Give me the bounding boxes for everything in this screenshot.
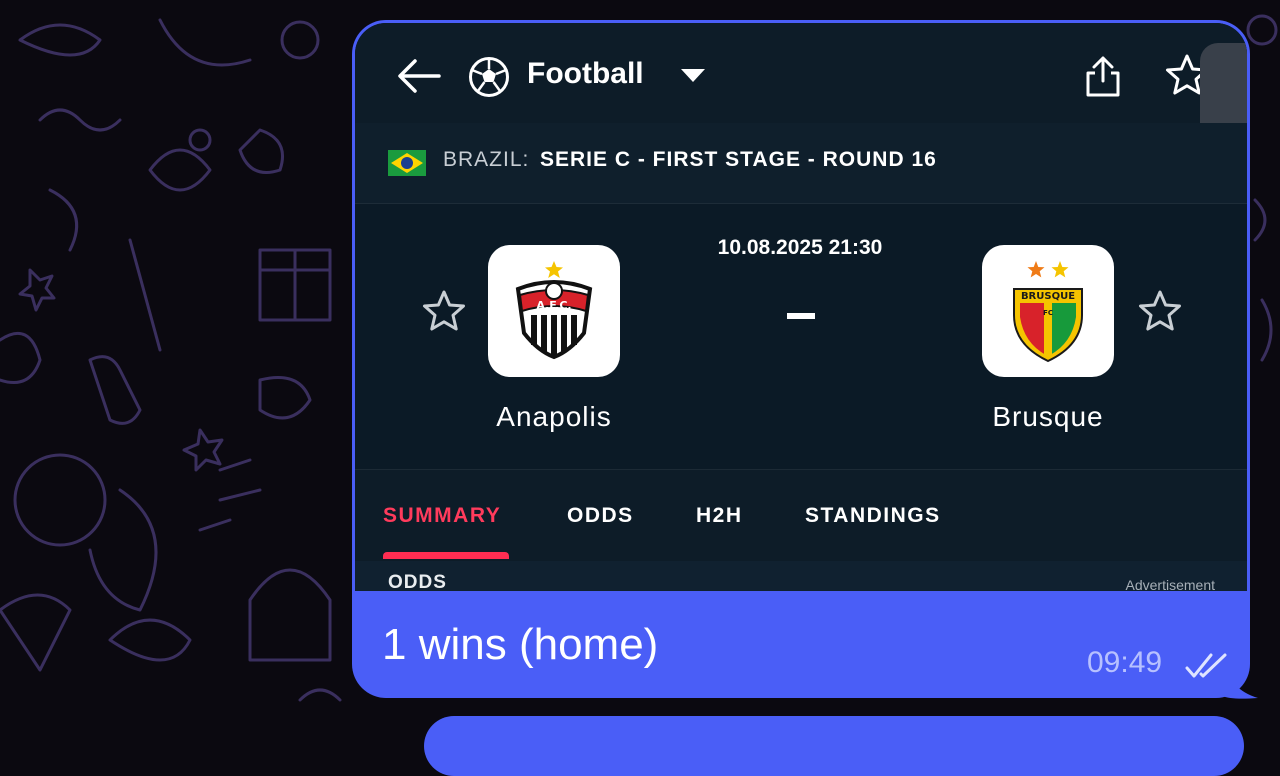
tab-h2h[interactable]: H2H — [696, 504, 743, 528]
away-badge-sub: FC — [1043, 309, 1053, 317]
next-message-bubble[interactable] — [424, 716, 1244, 776]
active-tab-indicator — [383, 552, 509, 559]
away-team-logo[interactable]: BRUSQUE FC — [982, 245, 1114, 377]
section-title: ODDS — [388, 572, 447, 591]
app-top-bar: Football — [355, 23, 1247, 123]
match-datetime: 10.08.2025 21:30 — [717, 236, 883, 259]
anapolis-crest-icon: A.F.C. — [515, 261, 593, 360]
tab-summary[interactable]: SUMMARY — [383, 504, 501, 528]
tab-odds[interactable]: ODDS — [567, 504, 634, 528]
away-badge-text: BRUSQUE — [1021, 291, 1075, 302]
share-icon[interactable] — [1083, 55, 1123, 99]
away-favorite-star-icon[interactable] — [1138, 289, 1182, 333]
home-team-name[interactable]: Anapolis — [454, 401, 654, 433]
odds-section-header: ODDS Advertisement — [355, 561, 1247, 591]
score-placeholder — [787, 313, 815, 319]
message-bubble[interactable]: Football BRAZIL: SERIE C - FIRST STAGE -… — [352, 20, 1250, 698]
advertisement-label: Advertisement — [1125, 577, 1215, 591]
home-team-logo[interactable]: A.F.C. — [488, 245, 620, 377]
message-time: 09:49 — [1087, 646, 1163, 679]
tab-standings[interactable]: STANDINGS — [805, 504, 941, 528]
match-tabs: SUMMARY ODDS H2H STANDINGS — [355, 469, 1247, 562]
chevron-down-icon[interactable] — [681, 69, 705, 83]
match-header: A.F.C. 10.08.2025 21:30 BRUSQUE FC Anapo… — [355, 204, 1247, 469]
brusque-crest-icon: BRUSQUE FC — [1013, 261, 1083, 363]
bubble-tail — [1222, 660, 1258, 699]
home-favorite-star-icon[interactable] — [422, 289, 466, 333]
home-badge-text: A.F.C. — [536, 299, 571, 312]
league-name[interactable]: SERIE C - FIRST STAGE - ROUND 16 — [540, 148, 937, 172]
back-arrow-icon[interactable] — [397, 58, 441, 94]
message-text: 1 wins (home) — [382, 620, 659, 669]
football-icon — [469, 57, 509, 97]
sport-title[interactable]: Football — [527, 57, 644, 91]
match-screenshot[interactable]: Football BRAZIL: SERIE C - FIRST STAGE -… — [355, 23, 1247, 591]
away-team-name[interactable]: Brusque — [948, 401, 1148, 433]
league-header[interactable]: BRAZIL: SERIE C - FIRST STAGE - ROUND 16 — [355, 123, 1247, 204]
brazil-flag-icon — [388, 150, 426, 176]
league-country: BRAZIL: — [443, 148, 530, 171]
